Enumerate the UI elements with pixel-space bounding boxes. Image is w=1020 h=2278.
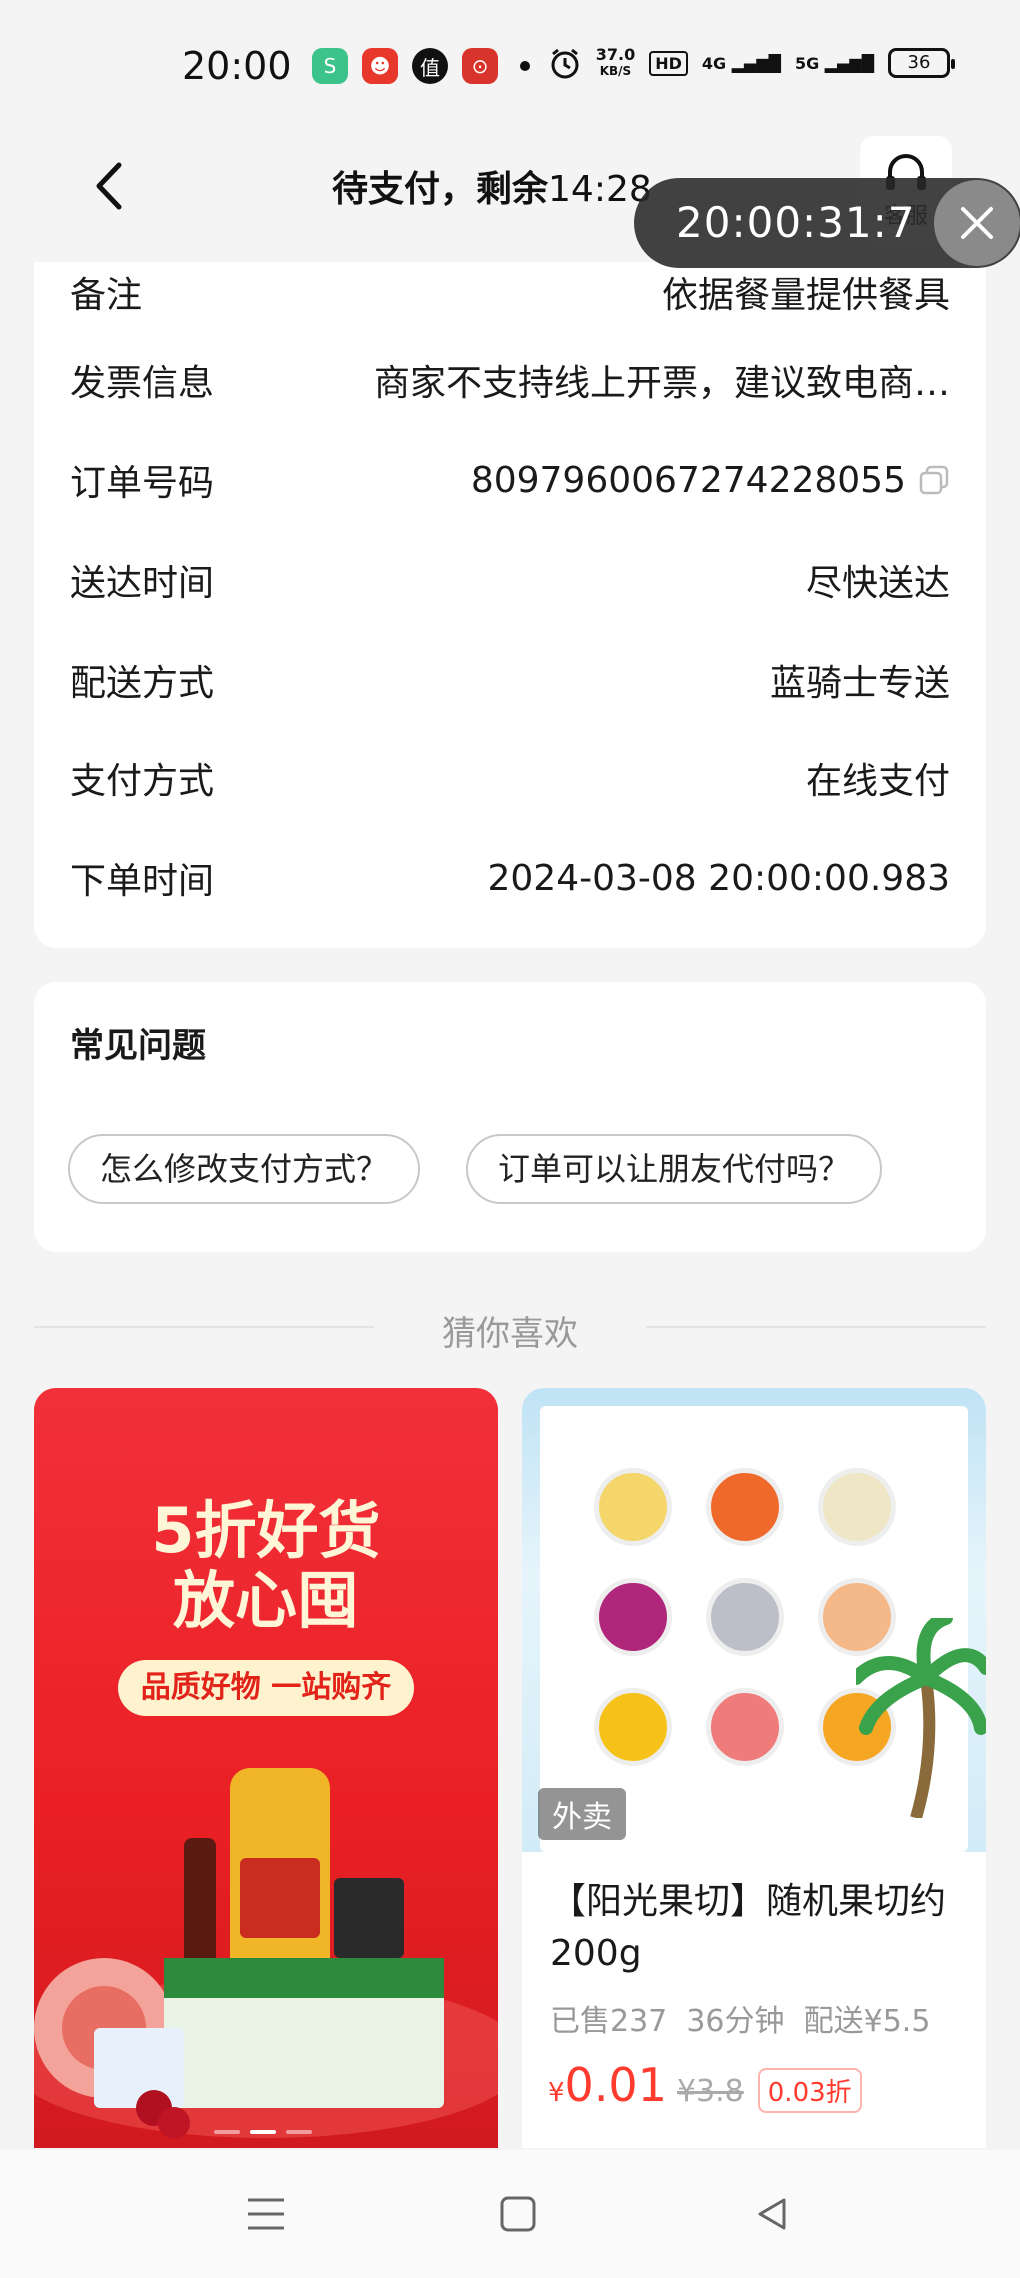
faq-chip[interactable]: 怎么修改支付方式？ <box>68 1134 421 1204</box>
product-name: 【阳光果切】随机果切约200g <box>550 1881 947 1974</box>
page-title: 待支付，剩余14:28 <box>332 169 652 210</box>
price-value: 0.01 <box>564 2058 667 2112</box>
order-info-row: 配送方式 蓝骑士专送 <box>70 650 950 710</box>
close-icon <box>961 207 993 239</box>
order-info-row: 送达时间 尽快送达 <box>70 550 950 610</box>
faq-card: 常见问题 怎么修改支付方式？ 订单可以让朋友代付吗？ <box>34 982 986 1252</box>
faq-title: 常见问题 <box>70 1026 206 1066</box>
app-notification-icon: ⊙ <box>462 48 498 84</box>
timer-close-button[interactable] <box>934 180 1020 266</box>
battery-icon: 36 <box>888 48 955 78</box>
palm-tree-icon <box>856 1618 986 1818</box>
hd-icon: HD <box>649 50 688 76</box>
recommend-title: 猜你喜欢 <box>442 1314 578 1354</box>
app-notification-icon: S <box>312 48 348 84</box>
order-number-value: 8097960067274228055 <box>471 460 950 501</box>
info-value: 商家不支持线上开票，建议致电商… <box>373 363 950 404</box>
system-nav-bar <box>0 2150 1020 2278</box>
product-card[interactable]: 外卖 【阳光果切】随机果切约200g 已售237 36分钟 配送¥5.5 ¥ 0… <box>522 1388 986 2148</box>
menu-button[interactable] <box>236 2184 296 2244</box>
floating-timer-time: 20:00:31:7 <box>676 198 916 247</box>
status-indicators: 37.0 KB/S HD 4G ▂▄▆█ 5G ▂▄▆█ 36 <box>548 45 955 80</box>
floating-timer[interactable]: 20:00:31:7 <box>634 178 1020 268</box>
order-info-row: 下单时间 2024-03-08 20:00:00.983 <box>70 848 950 908</box>
app-notification-icon: 值 <box>412 48 448 84</box>
info-value: 在线支付 <box>805 761 950 802</box>
product-image: 外卖 <box>522 1388 986 1852</box>
copy-icon[interactable] <box>918 464 950 496</box>
info-label: 下单时间 <box>70 861 215 902</box>
info-label: 订单号码 <box>70 463 215 504</box>
signal-4g-icon: 4G ▂▄▆█ <box>701 53 781 73</box>
info-value: 依据餐量提供餐具 <box>661 275 950 316</box>
back-button[interactable] <box>78 156 138 216</box>
order-info-row: 订单号码 8097960067274228055 <box>70 450 950 510</box>
network-speed: 37.0 KB/S <box>595 45 636 79</box>
discount-badge: 0.03折 <box>757 2068 862 2113</box>
status-time: 20:00 <box>182 44 292 88</box>
order-info-card: 备注 依据餐量提供餐具 发票信息 商家不支持线上开票，建议致电商… 订单号码 8… <box>34 262 986 948</box>
app-notification-icon: ☻ <box>362 48 398 84</box>
status-app-icons: S ☻ 值 ⊙ <box>312 48 530 84</box>
original-price: ¥3.8 <box>676 2074 744 2109</box>
info-label: 送达时间 <box>70 563 215 604</box>
signal-5g-icon: 5G ▂▄▆█ <box>794 53 874 73</box>
product-price: ¥ 0.01 ¥3.8 0.03折 <box>548 2058 862 2113</box>
promo-banner[interactable]: 5折好货 放心囤 品质好物 一站购齐 <box>34 1388 498 2148</box>
order-info-row: 支付方式 在线支付 <box>70 748 950 808</box>
promo-slogan: 品质好物 一站购齐 <box>118 1660 414 1716</box>
alarm-icon <box>551 48 579 79</box>
recommend-header: 猜你喜欢 <box>34 1302 986 1354</box>
info-label: 备注 <box>70 275 143 316</box>
info-label: 发票信息 <box>70 363 215 404</box>
info-value: 蓝骑士专送 <box>769 663 950 704</box>
more-notifications-dot <box>520 61 530 71</box>
promo-title: 5折好货 放心囤 <box>151 1494 381 1637</box>
product-meta: 已售237 36分钟 配送¥5.5 <box>550 2004 931 2039</box>
home-icon <box>500 2196 536 2232</box>
faq-chip[interactable]: 订单可以让朋友代付吗？ <box>466 1134 883 1204</box>
triangle-back-icon <box>758 2198 786 2230</box>
back-nav-button[interactable] <box>742 2184 802 2244</box>
promo-products-image <box>34 1768 498 2139</box>
chevron-left-icon <box>96 162 122 210</box>
home-button[interactable] <box>488 2184 548 2244</box>
order-info-row: 备注 依据餐量提供餐具 <box>70 262 950 322</box>
price-currency: ¥ <box>548 2078 565 2108</box>
takeout-tag: 外卖 <box>538 1788 626 1840</box>
info-value: 尽快送达 <box>805 563 950 604</box>
info-label: 支付方式 <box>70 761 215 802</box>
info-value: 2024-03-08 20:00:00.983 <box>487 857 951 899</box>
carousel-indicator <box>214 2130 312 2134</box>
menu-icon <box>248 2198 284 2230</box>
payment-countdown: 14:28 <box>548 169 652 210</box>
status-bar: 20:00 S ☻ 值 ⊙ 37.0 KB/S HD 4G ▂▄▆█ 5G ▂▄… <box>0 0 1020 130</box>
info-label: 配送方式 <box>70 663 215 704</box>
order-info-row[interactable]: 发票信息 商家不支持线上开票，建议致电商… <box>70 350 950 410</box>
